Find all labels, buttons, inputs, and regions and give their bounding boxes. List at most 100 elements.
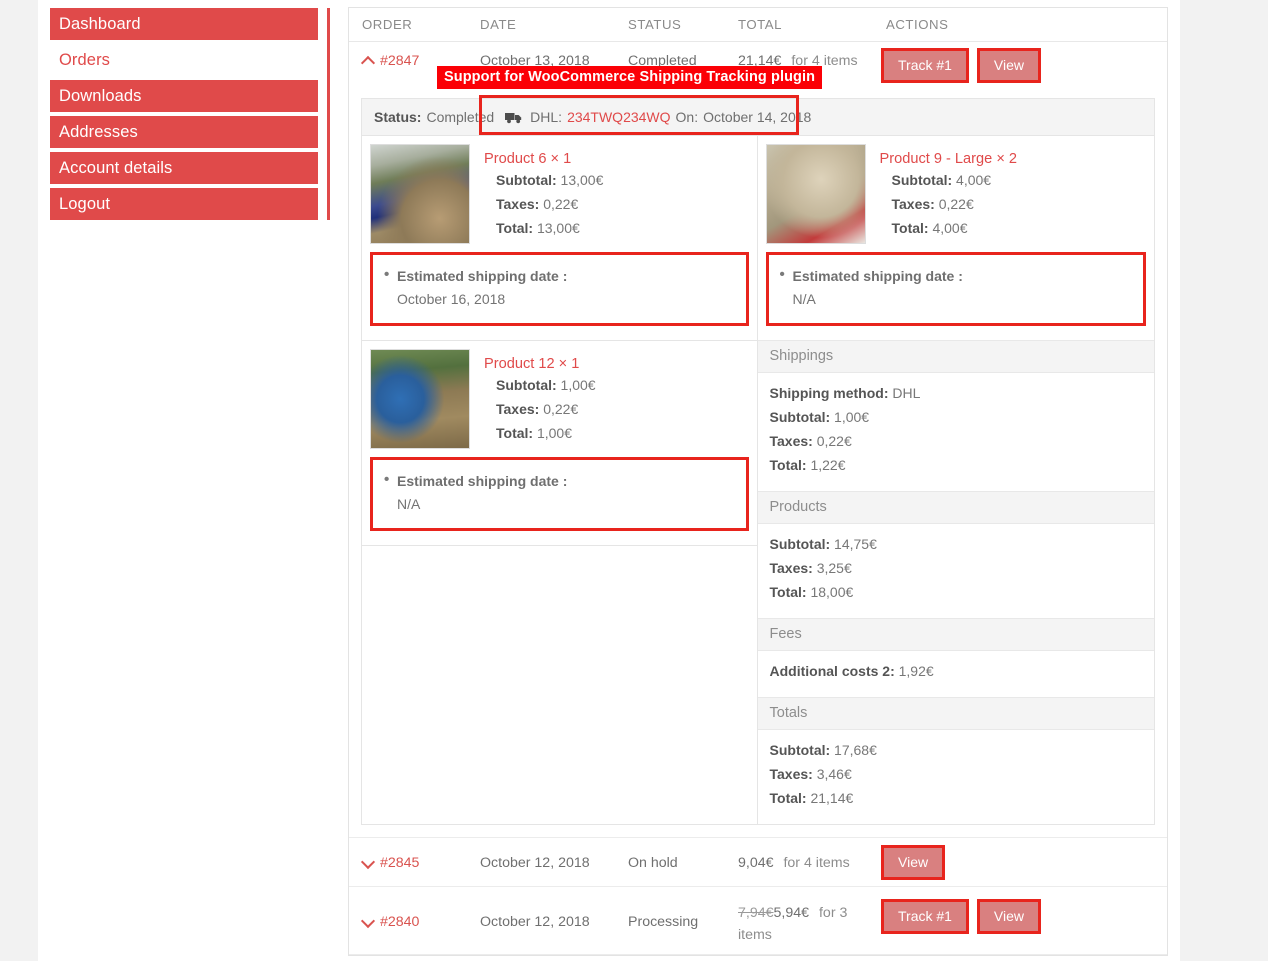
order-number-cell[interactable]: #2845 (349, 853, 467, 873)
status-label: Status: (374, 109, 422, 125)
estimated-shipping-date-label: Estimated shipping date : (780, 264, 1132, 287)
column-header-date: DATE (480, 17, 517, 32)
order-total-items: for 4 items (783, 854, 850, 871)
table-row[interactable]: #2840 October 12, 2018 Processing 7,94€5… (349, 887, 1167, 955)
product-taxes: Taxes: 0,22€ (484, 192, 603, 216)
order-detail-panel: Status: Completed DHL: 234TWQ234WQ On: O… (361, 95, 1155, 825)
chevron-down-icon[interactable] (362, 858, 376, 868)
summary-label: Taxes: (769, 433, 813, 449)
table-row[interactable]: #2847 October 13, 2018 Completed 21,14€ … (349, 42, 1167, 89)
shipped-on-label: On: (675, 109, 699, 125)
shipped-on-date: October 14, 2018 (703, 109, 812, 125)
product-total-label: Total: (891, 220, 929, 236)
summary-line: Shipping method: DHL (770, 381, 1143, 405)
summary-line: Subtotal: 17,68€ (770, 738, 1143, 762)
summary-value: DHL (892, 385, 921, 401)
order-item: Product 12 × 1 Subtotal: 1,00€ Taxes: 0,… (362, 341, 757, 449)
order-actions: Track #1 View (873, 896, 1163, 934)
summary-line: Total: 21,14€ (770, 786, 1143, 810)
truck-icon (505, 111, 523, 124)
product-taxes-label: Taxes: (891, 196, 935, 212)
product-subtotal-label: Subtotal: (496, 377, 557, 393)
product-total: Total: 4,00€ (880, 216, 1018, 240)
summary-label: Subtotal: (769, 536, 831, 552)
column-header-status: STATUS (628, 17, 682, 32)
product-thumbnail[interactable] (370, 349, 470, 449)
order-items-column: Product 6 × 1 Subtotal: 13,00€ Taxes: 0,… (362, 136, 758, 824)
account-sidebar: Dashboard Orders Downloads Addresses Acc… (50, 8, 318, 224)
summary-value: 3,46€ (816, 766, 852, 782)
page-root: Dashboard Orders Downloads Addresses Acc… (0, 0, 1268, 961)
summary-value: 1,92€ (898, 663, 934, 679)
sidebar-item-orders[interactable]: Orders (50, 44, 318, 76)
summary-label: Shipping method: (769, 385, 889, 401)
product-title-link[interactable]: Product 6 × 1 (484, 151, 571, 167)
order-actions: Track #1 View (873, 48, 1163, 83)
summary-label: Additional costs 2: (769, 663, 895, 679)
summary-label: Subtotal: (769, 742, 831, 758)
summary-value: 1,00€ (834, 409, 870, 425)
product-subtotal-label: Subtotal: (891, 172, 953, 188)
carrier-label: DHL: (530, 109, 563, 125)
summary-value: 0,22€ (816, 433, 852, 449)
sidebar-item-addresses[interactable]: Addresses (50, 116, 318, 148)
summary-value: 18,00€ (810, 584, 854, 600)
summary-group-body-fees: Additional costs 2: 1,92€ (758, 651, 1155, 697)
summary-group-body-products: Subtotal: 14,75€ Taxes: 3,25€ Total: 18,… (758, 524, 1155, 618)
order-date: October 12, 2018 (480, 854, 590, 871)
order-total-old-price: 7,94€ (738, 905, 774, 921)
sidebar-divider-rule (327, 8, 330, 220)
track-button[interactable]: Track #1 (881, 48, 969, 83)
product-title-link[interactable]: Product 9 - Large × 2 (880, 151, 1018, 167)
summary-group-title-shippings: Shippings (757, 340, 1154, 373)
estimated-shipping-date-box: Estimated shipping date : N/A (765, 252, 1146, 326)
table-row[interactable]: #2845 October 12, 2018 On hold 9,04€ for… (349, 837, 1167, 887)
order-total: 7,94€5,94€ for 3 items (725, 896, 873, 946)
sidebar-item-logout[interactable]: Logout (50, 188, 318, 220)
summary-value: 3,25€ (816, 560, 852, 576)
view-button[interactable]: View (976, 899, 1042, 934)
left-column-spacer (362, 546, 757, 810)
order-total-amount: 9,04€ (738, 854, 774, 871)
product-taxes-value: 0,22€ (543, 401, 579, 417)
order-item: Product 9 - Large × 2 Subtotal: 4,00€ Ta… (758, 136, 1155, 244)
order-number-cell[interactable]: #2840 (349, 896, 467, 932)
tracking-number-link[interactable]: 234TWQ234WQ (567, 109, 670, 125)
sidebar-item-account-details[interactable]: Account details (50, 152, 318, 184)
order-date: October 12, 2018 (480, 914, 590, 930)
product-total-label: Total: (496, 220, 534, 236)
product-subtotal: Subtotal: 1,00€ (484, 373, 596, 397)
product-title-link[interactable]: Product 12 × 1 (484, 356, 579, 372)
chevron-up-icon[interactable] (362, 56, 376, 66)
summary-value: 14,75€ (834, 536, 877, 552)
sidebar-item-dashboard[interactable]: Dashboard (50, 8, 318, 40)
sidebar-item-downloads[interactable]: Downloads (50, 80, 318, 112)
summary-label: Subtotal: (769, 409, 831, 425)
summary-label: Taxes: (769, 766, 813, 782)
order-actions: View (873, 845, 1163, 880)
product-taxes-value: 0,22€ (543, 196, 579, 212)
summary-label: Total: (769, 457, 807, 473)
summary-value: 1,22€ (810, 457, 846, 473)
product-subtotal-value: 4,00€ (956, 172, 992, 188)
summary-group-title-products: Products (757, 491, 1154, 524)
estimated-shipping-date-box: Estimated shipping date : N/A (370, 457, 749, 531)
product-thumbnail[interactable] (370, 144, 470, 244)
product-thumbnail[interactable] (765, 144, 866, 244)
track-button[interactable]: Track #1 (881, 899, 969, 934)
estimated-shipping-date-box: Estimated shipping date : October 16, 20… (370, 252, 749, 326)
column-header-actions: ACTIONS (886, 17, 949, 32)
estimated-shipping-date-value: October 16, 2018 (397, 291, 506, 307)
order-number: #2845 (380, 854, 420, 871)
orders-table: ORDER DATE STATUS TOTAL ACTIONS #2847 Oc… (348, 7, 1168, 956)
status-value: Completed (426, 109, 495, 125)
product-total-value: 13,00€ (536, 220, 580, 236)
order-total-amount: 5,94€ (773, 905, 810, 921)
summary-group-title-fees: Fees (757, 618, 1154, 651)
chevron-down-icon[interactable] (362, 917, 376, 927)
product-subtotal: Subtotal: 13,00€ (484, 168, 603, 192)
summary-group-title-totals: Totals (757, 697, 1154, 730)
view-button[interactable]: View (880, 845, 946, 880)
summary-line: Total: 18,00€ (770, 580, 1143, 604)
view-button[interactable]: View (976, 48, 1042, 83)
